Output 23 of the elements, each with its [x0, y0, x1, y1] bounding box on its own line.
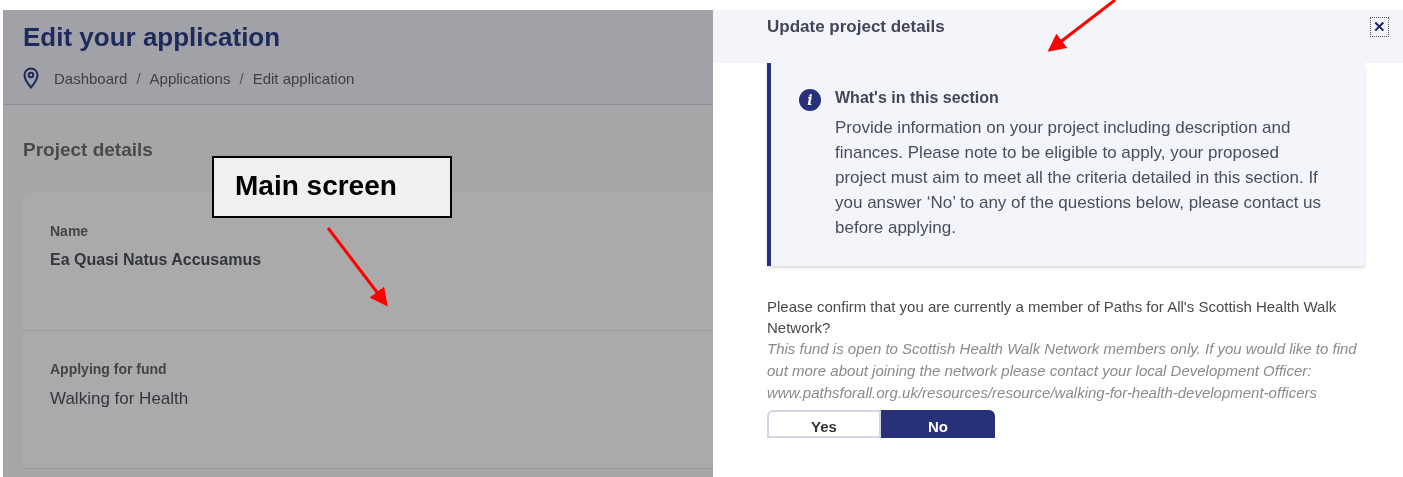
- info-icon: i: [799, 89, 821, 111]
- panel-title: Update project details: [767, 17, 945, 38]
- breadcrumb-link[interactable]: Applications: [149, 69, 231, 87]
- annotation-arrow: [1047, 0, 1116, 52]
- breadcrumb-separator: /: [136, 69, 141, 87]
- close-button[interactable]: ✕: [1370, 17, 1389, 37]
- hint-text: This fund is open to Scottish Health Walk Network members only. If you would like to find out more about joining the network please contact your local Development Officer: www.pathsforall.org.uk/resources/resource/walking-for-health-development-officers: [767, 339, 1358, 403]
- breadcrumb-link[interactable]: Dashboard: [54, 69, 128, 87]
- breadcrumb-link[interactable]: Edit application: [252, 69, 355, 87]
- question-text: Please confirm that you are currently a member of Paths for All's Scottish Health Walk Network?: [767, 297, 1337, 338]
- field-value: Walking for Health: [50, 389, 190, 409]
- page-title: Edit your application: [23, 22, 282, 53]
- section-title: Project details: [23, 139, 154, 161]
- option-button[interactable]: Yes: [767, 410, 881, 438]
- field-label: Name: [50, 223, 90, 239]
- breadcrumb-separator: /: [239, 69, 244, 87]
- location-pin-icon: [23, 67, 39, 89]
- option-button[interactable]: No: [881, 410, 995, 438]
- annotation-callout: Main screen: [212, 156, 452, 218]
- info-text: Provide information on your project including description and finances. Please note to be eligible to apply, your proposed project must aim to meet all the criteria detailed in this section. If you answer ‘No’ to any of the questions below, please contact us before applying.: [835, 117, 1323, 239]
- field-label: Applying for fund: [50, 361, 168, 377]
- field-value: Ea Quasi Natus Accusamus: [50, 251, 263, 269]
- info-title: What's in this section: [835, 89, 1000, 107]
